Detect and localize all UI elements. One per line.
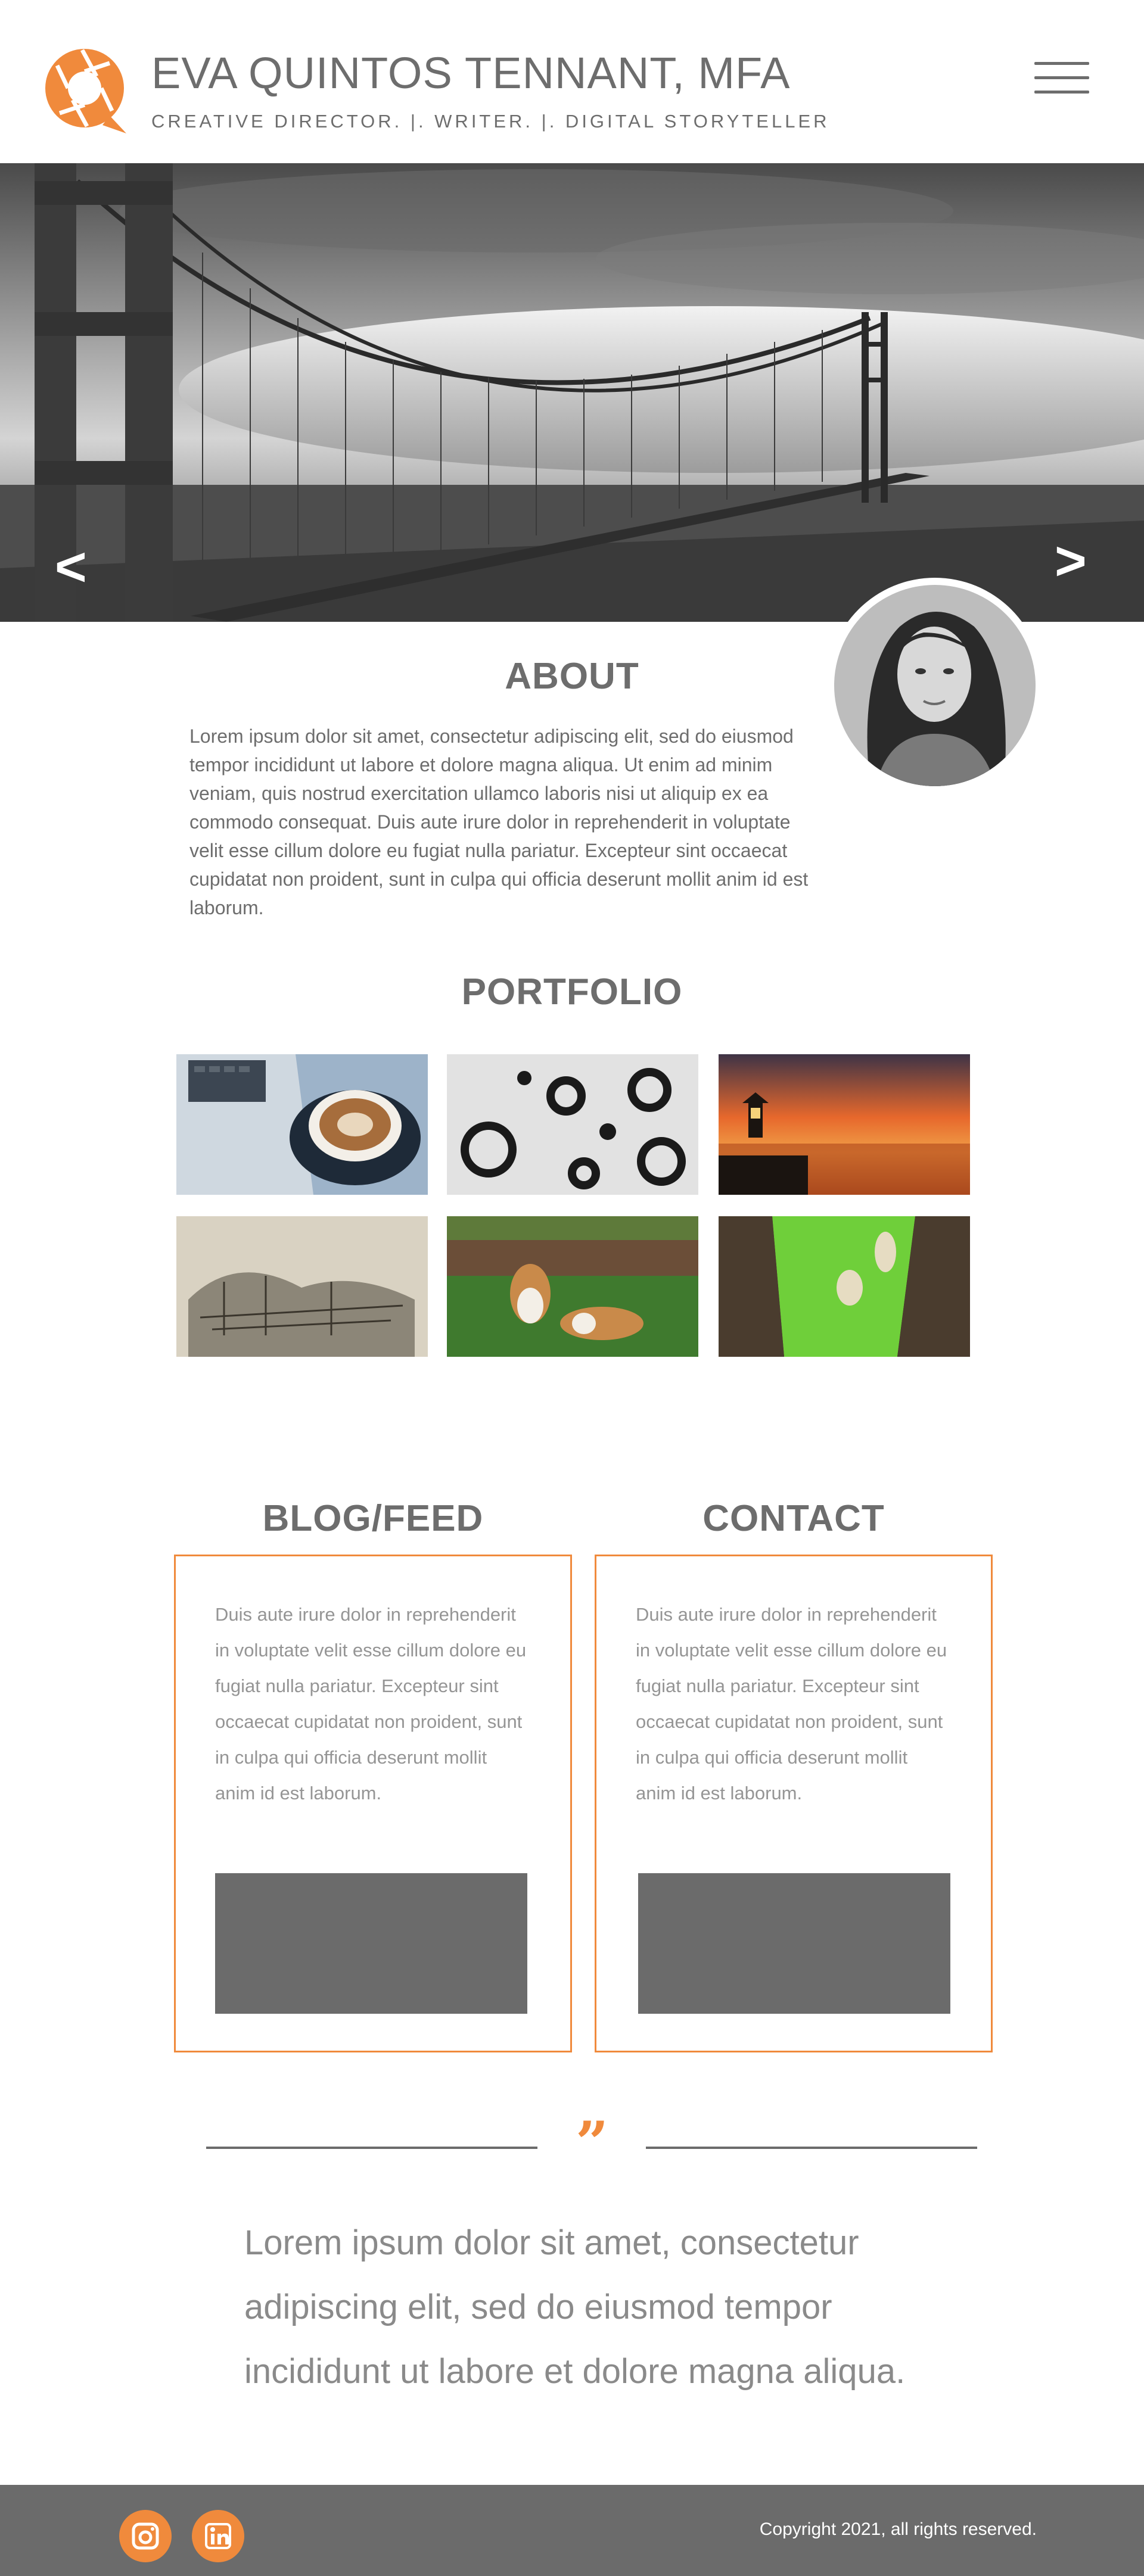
- camera-aperture-icon[interactable]: [43, 45, 129, 135]
- site-tagline: CREATIVE DIRECTOR. |. WRITER. |. DIGITAL…: [151, 111, 830, 132]
- instagram-icon[interactable]: [119, 2510, 172, 2562]
- hero-image: [0, 163, 1144, 622]
- quote-mark-icon: ”: [576, 2109, 609, 2176]
- site-title: EVA QUINTOS TENNANT, MFA: [151, 48, 791, 98]
- blog-card: Duis aute irure dolor in reprehenderit i…: [174, 1555, 572, 2052]
- about-text: Lorem ipsum dolor sit amet, consectetur …: [189, 725, 809, 918]
- portfolio-item-city-sketch[interactable]: [176, 1216, 428, 1357]
- copyright-text: Copyright 2021, all rights reserved.: [759, 2519, 1037, 2539]
- blog-media-placeholder[interactable]: [215, 1873, 527, 2014]
- slider-next-button[interactable]: >: [1055, 534, 1087, 588]
- portfolio-title: PORTFOLIO: [461, 971, 683, 1013]
- hamburger-menu-icon[interactable]: [1034, 62, 1089, 94]
- contact-title: CONTACT: [702, 1498, 885, 1539]
- portfolio-item-typography[interactable]: [447, 1054, 698, 1195]
- contact-media-placeholder[interactable]: [638, 1873, 950, 2014]
- portfolio-item-sunset-pier[interactable]: [719, 1054, 970, 1195]
- slider-prev-button[interactable]: <: [55, 540, 87, 594]
- contact-text: Duis aute irure dolor in reprehenderit i…: [636, 1604, 947, 1803]
- quote-divider-left: [206, 2147, 537, 2149]
- linkedin-icon[interactable]: [192, 2510, 244, 2562]
- blog-text: Duis aute irure dolor in reprehenderit i…: [215, 1604, 527, 1803]
- contact-card: Duis aute irure dolor in reprehenderit i…: [595, 1555, 993, 2052]
- quote-text: Lorem ipsum dolor sit amet, consectetur …: [244, 2223, 906, 2391]
- site-header: EVA QUINTOS TENNANT, MFA CREATIVE DIRECT…: [0, 0, 1144, 163]
- portfolio-item-illustrated-dogs[interactable]: [719, 1216, 970, 1357]
- portfolio-item-laptop-coffee[interactable]: [176, 1054, 428, 1195]
- portfolio-item-collies[interactable]: [447, 1216, 698, 1357]
- hero-slider: < >: [0, 163, 1144, 622]
- quote-divider-right: [646, 2147, 977, 2149]
- about-title: ABOUT: [505, 656, 639, 697]
- site-footer: Copyright 2021, all rights reserved.: [0, 2485, 1144, 2576]
- blog-title: BLOG/FEED: [262, 1498, 484, 1539]
